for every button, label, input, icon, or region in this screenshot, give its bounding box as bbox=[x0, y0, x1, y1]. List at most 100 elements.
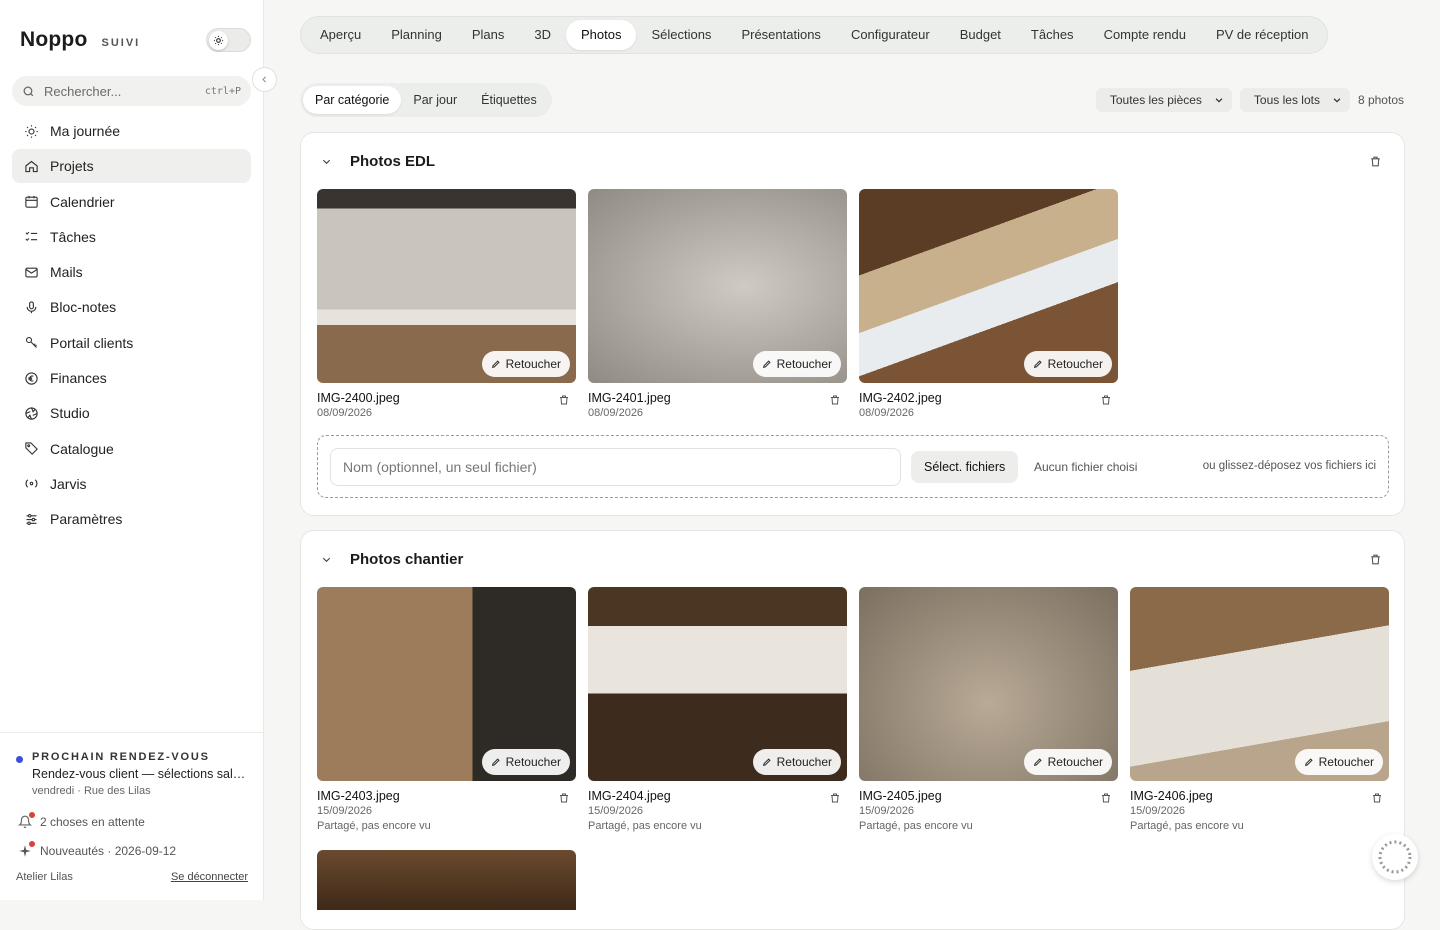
retouch-button[interactable]: Retoucher bbox=[752, 749, 841, 775]
photo-date: 08/09/2026 bbox=[588, 407, 644, 419]
next-appointment[interactable]: PROCHAIN RENDEZ-VOUS Rendez-vous client … bbox=[16, 751, 252, 797]
retouch-button[interactable]: Retoucher bbox=[481, 749, 570, 775]
delete-section-icon[interactable] bbox=[1369, 155, 1382, 173]
section-photos-edl: Photos EDL Retoucher IMG-2400.jpeg 08/09/2… bbox=[300, 132, 1405, 516]
sidebar-item-paramètres[interactable]: Paramètres bbox=[12, 502, 251, 536]
sidebar-item-catalogue[interactable]: Catalogue bbox=[12, 432, 251, 466]
section-header[interactable]: Photos EDL bbox=[321, 153, 435, 170]
rooms-select[interactable]: Toutes les pièces bbox=[1095, 88, 1232, 112]
delete-photo-icon[interactable] bbox=[558, 393, 570, 411]
tab-9[interactable]: Tâches bbox=[1016, 20, 1089, 50]
app-logo[interactable]: Noppo bbox=[20, 28, 87, 52]
photo-date: 15/09/2026 bbox=[1130, 805, 1186, 817]
news-badge bbox=[29, 841, 35, 847]
photo-info: IMG-2403.jpeg 15/09/2026 Partagé, pas enco… bbox=[317, 789, 576, 832]
tab-2[interactable]: Plans bbox=[457, 20, 520, 50]
sidebar-item-tâches[interactable]: Tâches bbox=[12, 220, 251, 254]
photo-filters: Toutes les pièces Tous les lots 8 photos bbox=[1095, 88, 1404, 112]
sidebar-item-finances[interactable]: Finances bbox=[12, 361, 251, 395]
retouch-button[interactable]: Retoucher bbox=[1294, 749, 1383, 775]
logout-link[interactable]: Se déconnecter bbox=[171, 871, 248, 883]
sidebar-item-label: Catalogue bbox=[50, 440, 114, 457]
tab-4[interactable]: Photos bbox=[565, 20, 637, 50]
tab-11[interactable]: PV de réception bbox=[1201, 20, 1324, 50]
sidebar-item-ma-journée[interactable]: Ma journée bbox=[12, 114, 251, 148]
sidebar-item-bloc-notes[interactable]: Bloc-notes bbox=[12, 290, 251, 324]
photo-thumbnail[interactable]: Retoucher bbox=[859, 189, 1118, 383]
sidebar-item-projets[interactable]: Projets bbox=[12, 149, 251, 184]
brand: Noppo SUIVI bbox=[20, 28, 140, 52]
tab-3[interactable]: 3D bbox=[519, 20, 566, 50]
tab-6[interactable]: Présentations bbox=[726, 20, 836, 50]
retouch-button[interactable]: Retoucher bbox=[481, 351, 570, 377]
delete-photo-icon[interactable] bbox=[829, 791, 841, 809]
photo-thumbnail[interactable]: Retoucher bbox=[859, 587, 1118, 781]
appointment-label: PROCHAIN RENDEZ-VOUS bbox=[32, 751, 210, 763]
retouch-label: Retoucher bbox=[1047, 755, 1103, 769]
sidebar-item-label: Calendrier bbox=[50, 193, 115, 210]
sidebar-footer: Atelier Lilas Se déconnecter bbox=[16, 871, 248, 883]
sidebar-item-label: Jarvis bbox=[50, 475, 87, 492]
photo-card: Retoucher IMG-2406.jpeg 15/09/2026 Partagé,… bbox=[1130, 587, 1389, 832]
upload-dropzone[interactable]: Nom (optionnel, un seul fichier) Sélect.… bbox=[317, 435, 1389, 498]
select-files-button[interactable]: Sélect. fichiers bbox=[911, 451, 1019, 483]
photo-name: IMG-2404.jpeg bbox=[588, 789, 671, 803]
photo-card: Retoucher IMG-2405.jpeg 15/09/2026 Partagé,… bbox=[859, 587, 1118, 832]
delete-photo-icon[interactable] bbox=[1100, 393, 1112, 411]
delete-photo-icon[interactable] bbox=[1371, 791, 1383, 809]
photo-thumbnail[interactable]: Retoucher bbox=[317, 587, 576, 781]
assistant-widget[interactable] bbox=[1372, 834, 1418, 880]
sidebar-item-studio[interactable]: Studio bbox=[12, 396, 251, 430]
key-icon bbox=[23, 335, 39, 351]
photo-thumbnail[interactable]: Retoucher bbox=[588, 189, 847, 383]
subtab-0[interactable]: Par catégorie bbox=[303, 86, 402, 114]
tab-8[interactable]: Budget bbox=[945, 20, 1016, 50]
delete-photo-icon[interactable] bbox=[829, 393, 841, 411]
retouch-button[interactable]: Retoucher bbox=[1023, 351, 1112, 377]
search-input[interactable]: Rechercher... ctrl+P bbox=[12, 76, 251, 106]
file-name-input[interactable]: Nom (optionnel, un seul fichier) bbox=[330, 448, 901, 486]
photo-thumbnail[interactable]: Retoucher bbox=[588, 587, 847, 781]
pending-items[interactable]: 2 choses en attente bbox=[17, 812, 145, 829]
photo-thumbnail-partial[interactable] bbox=[317, 850, 576, 910]
retouch-label: Retoucher bbox=[1047, 357, 1103, 371]
photo-card: Retoucher IMG-2402.jpeg 08/09/2026 bbox=[859, 189, 1118, 419]
tab-10[interactable]: Compte rendu bbox=[1089, 20, 1201, 50]
project-tabs: Aperçu Planning Plans 3D Photos Sélections Pré… bbox=[300, 16, 1329, 54]
tab-7[interactable]: Configurateur bbox=[836, 20, 945, 50]
lots-select[interactable]: Tous les lots bbox=[1239, 88, 1350, 112]
sidebar-item-jarvis[interactable]: Jarvis bbox=[12, 467, 251, 501]
photo-info: IMG-2405.jpeg 15/09/2026 Partagé, pas enco… bbox=[859, 789, 1118, 832]
photo-thumbnail[interactable]: Retoucher bbox=[1130, 587, 1389, 781]
collapse-sidebar-button[interactable] bbox=[252, 67, 277, 92]
news-link[interactable]: Nouveautés · 2026-09-12 bbox=[18, 841, 176, 858]
photo-name: IMG-2400.jpeg bbox=[317, 391, 400, 405]
photo-thumbnail[interactable]: Retoucher bbox=[317, 189, 576, 383]
subtab-2[interactable]: Étiquettes bbox=[469, 86, 549, 114]
tab-1[interactable]: Planning bbox=[376, 20, 457, 50]
retouch-button[interactable]: Retoucher bbox=[1023, 749, 1112, 775]
delete-section-icon[interactable] bbox=[1369, 553, 1382, 571]
retouch-label: Retoucher bbox=[505, 357, 561, 371]
sidebar-item-portail-clients[interactable]: Portail clients bbox=[12, 326, 251, 360]
sidebar-item-calendrier[interactable]: Calendrier bbox=[12, 185, 251, 219]
subtab-1[interactable]: Par jour bbox=[401, 86, 469, 114]
mail-icon bbox=[23, 264, 39, 280]
tab-5[interactable]: Sélections bbox=[636, 20, 726, 50]
no-file-label: Aucun fichier choisi bbox=[1034, 460, 1138, 474]
photo-name: IMG-2403.jpeg bbox=[317, 789, 400, 803]
sidebar-item-mails[interactable]: Mails bbox=[12, 255, 251, 289]
section-title: Photos EDL bbox=[350, 153, 435, 170]
delete-photo-icon[interactable] bbox=[558, 791, 570, 809]
photo-view-tabs: Par catégorie Par jour Étiquettes bbox=[300, 83, 552, 117]
theme-toggle[interactable] bbox=[206, 28, 251, 52]
delete-photo-icon[interactable] bbox=[1100, 791, 1112, 809]
tab-0[interactable]: Aperçu bbox=[305, 20, 376, 50]
photo-name: IMG-2405.jpeg bbox=[859, 789, 942, 803]
retouch-label: Retoucher bbox=[505, 755, 561, 769]
organization-name: Atelier Lilas bbox=[16, 871, 73, 883]
section-header[interactable]: Photos chantier bbox=[321, 551, 463, 568]
sidebar-item-label: Finances bbox=[50, 370, 107, 387]
sidebar: Noppo SUIVI Rechercher... ctrl+P Ma jour… bbox=[0, 0, 264, 900]
retouch-button[interactable]: Retoucher bbox=[752, 351, 841, 377]
